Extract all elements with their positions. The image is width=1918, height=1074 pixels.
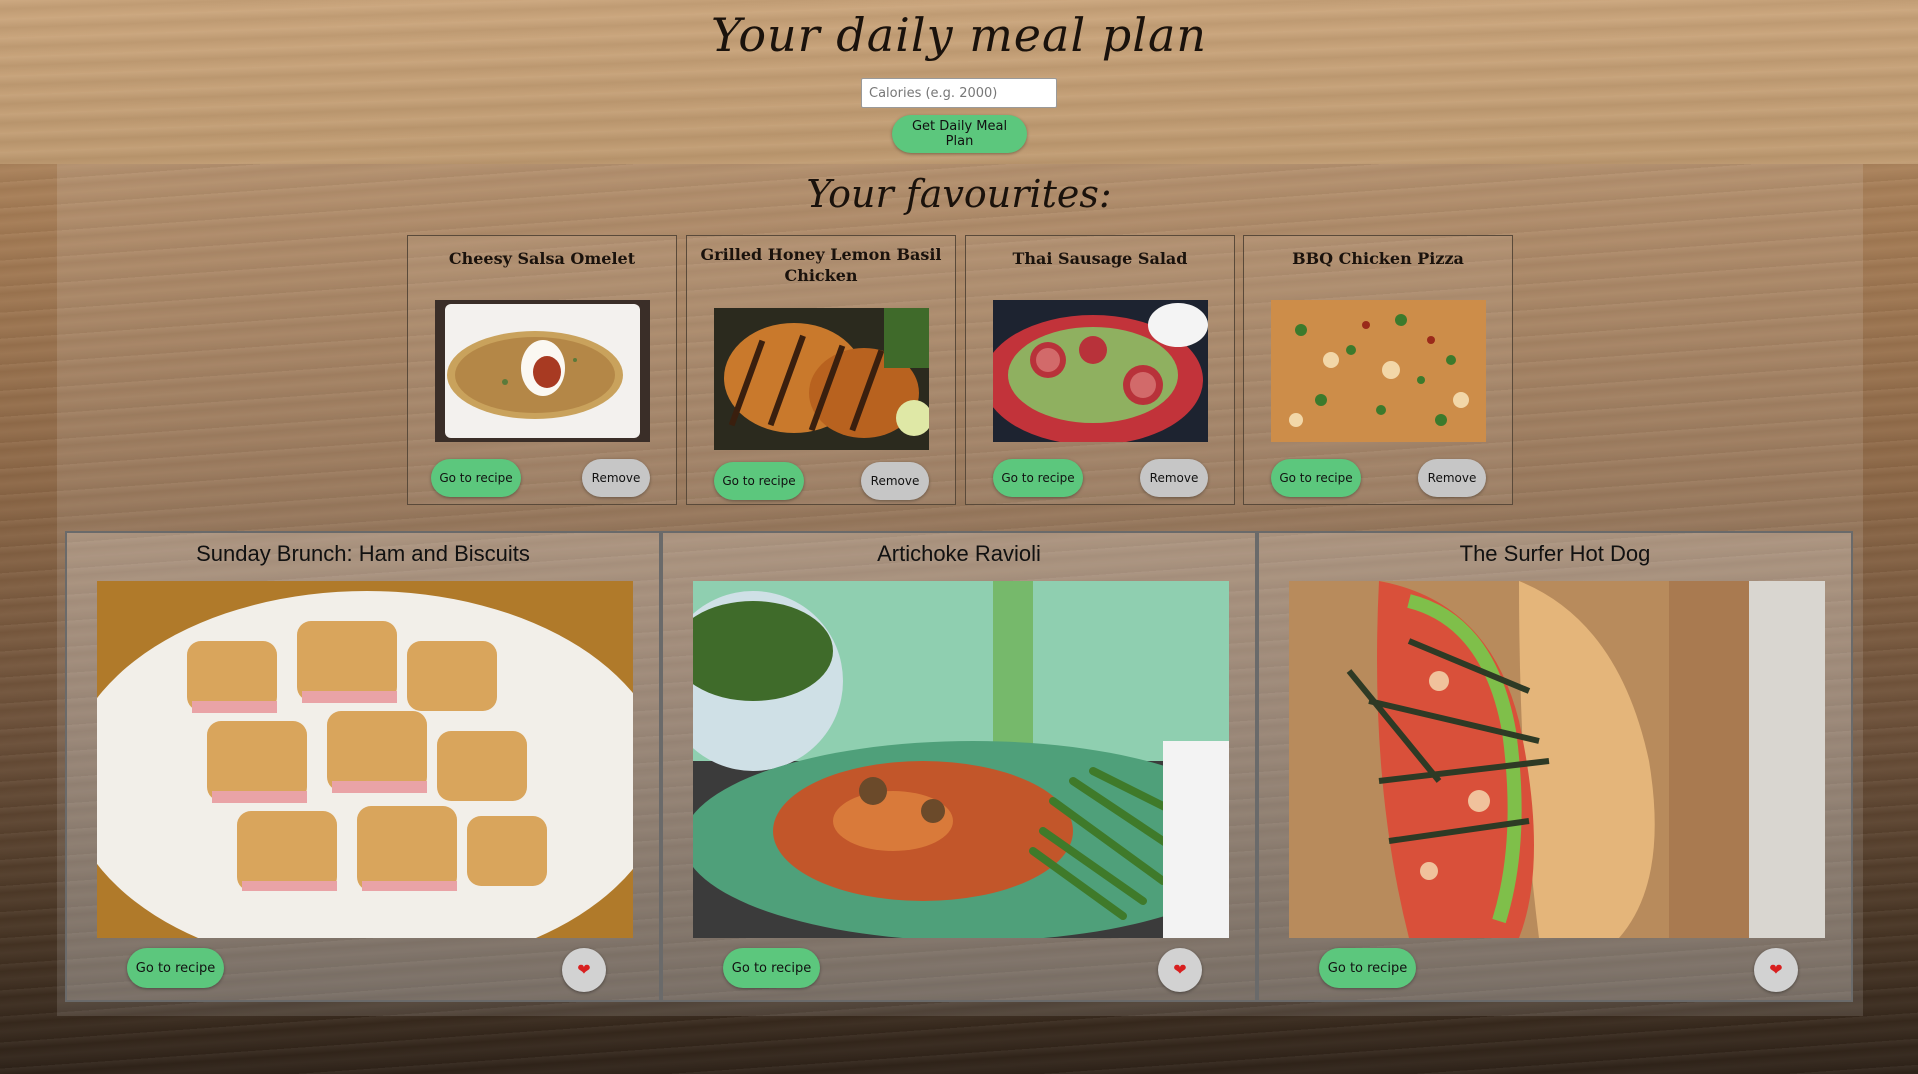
- ham-biscuits-image: [97, 581, 633, 938]
- meal-go-button[interactable]: Go to recipe: [1319, 948, 1416, 988]
- favourite-heart-button[interactable]: ❤: [1158, 948, 1202, 992]
- meal-title: The Surfer Hot Dog: [1459, 541, 1651, 566]
- meal-card: Sunday Brunch: Ham and Biscuits Go to re…: [65, 531, 661, 1002]
- favourites-heading: Your favourites:: [806, 172, 1112, 216]
- favourite-title: Cheesy Salsa Omelet: [448, 249, 636, 268]
- favourite-card: Grilled Honey Lemon Basil Chicken Go to …: [686, 235, 956, 505]
- favourite-remove-button[interactable]: Remove: [1418, 459, 1486, 497]
- favourite-remove-button[interactable]: Remove: [861, 462, 929, 500]
- favourite-go-button[interactable]: Go to recipe: [714, 462, 804, 500]
- calories-input[interactable]: [861, 78, 1057, 108]
- favourite-title: Grilled Honey Lemon Basil Chicken: [700, 245, 942, 285]
- get-meal-plan-button[interactable]: Get Daily Meal Plan: [892, 115, 1027, 153]
- favourite-heart-button[interactable]: ❤: [1754, 948, 1798, 992]
- meal-go-button[interactable]: Go to recipe: [127, 948, 224, 988]
- heart-icon: ❤: [1769, 962, 1783, 979]
- pizza-image: [1271, 300, 1486, 442]
- favourite-remove-button[interactable]: Remove: [582, 459, 650, 497]
- page-title: Your daily meal plan: [710, 8, 1207, 62]
- favourite-go-button[interactable]: Go to recipe: [1271, 459, 1361, 497]
- salad-image: [993, 300, 1208, 442]
- meal-title: Sunday Brunch: Ham and Biscuits: [196, 541, 530, 566]
- surfer-hot-dog-image: [1289, 581, 1825, 938]
- meal-card: The Surfer Hot Dog Go to recipe ❤: [1257, 531, 1853, 1002]
- favourite-remove-button[interactable]: Remove: [1140, 459, 1208, 497]
- chicken-image: [714, 308, 929, 450]
- meal-go-button[interactable]: Go to recipe: [723, 948, 820, 988]
- meal-title: Artichoke Ravioli: [877, 541, 1041, 566]
- favourite-heart-button[interactable]: ❤: [562, 948, 606, 992]
- artichoke-ravioli-image: [693, 581, 1229, 938]
- favourite-title: BBQ Chicken Pizza: [1292, 249, 1464, 268]
- meal-card: Artichoke Ravioli Go to recipe ❤: [661, 531, 1257, 1002]
- heart-icon: ❤: [577, 962, 591, 979]
- favourite-card: Thai Sausage Salad Go to recipe Remove: [965, 235, 1235, 505]
- favourite-card: Cheesy Salsa Omelet Go to recipe Remove: [407, 235, 677, 505]
- heart-icon: ❤: [1173, 962, 1187, 979]
- favourite-card: BBQ Chicken Pizza Go to recipe Remove: [1243, 235, 1513, 505]
- omelet-image: [435, 300, 650, 442]
- favourite-go-button[interactable]: Go to recipe: [993, 459, 1083, 497]
- favourite-title: Thai Sausage Salad: [1012, 249, 1188, 268]
- favourite-go-button[interactable]: Go to recipe: [431, 459, 521, 497]
